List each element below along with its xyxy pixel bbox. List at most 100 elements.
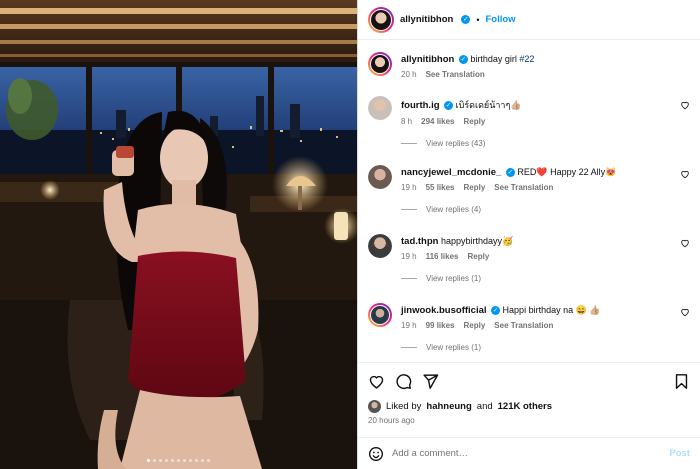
action-icons-row bbox=[358, 363, 700, 399]
view-replies-button[interactable]: View replies (4) bbox=[401, 205, 690, 214]
comment-time[interactable]: 19 h bbox=[401, 321, 417, 330]
liker-avatar[interactable] bbox=[368, 399, 381, 413]
commenter-avatar-image bbox=[368, 165, 392, 189]
caption-time[interactable]: 20 h bbox=[401, 70, 417, 79]
post-view: allynitibhon ✓ • Follow allynitibhon ✓ b… bbox=[0, 0, 700, 469]
commenter-username[interactable]: nancyjewel_mcdonie_ bbox=[401, 167, 501, 178]
comment-bubble-icon[interactable] bbox=[395, 373, 412, 390]
comment-item: jinwook.busofficial ✓ Happi birthday na … bbox=[368, 303, 690, 352]
author-username[interactable]: allynitibhon bbox=[400, 14, 453, 25]
reply-button[interactable]: Reply bbox=[464, 183, 486, 192]
commenter-avatar[interactable] bbox=[368, 234, 392, 258]
liker-username[interactable]: hahneung bbox=[426, 401, 471, 412]
commenter-avatar[interactable] bbox=[368, 165, 392, 189]
replies-divider bbox=[401, 278, 417, 279]
like-comment-heart-icon[interactable] bbox=[680, 238, 690, 248]
liked-by-line: Liked by hahneung and 121K others bbox=[358, 399, 700, 413]
verified-badge-icon: ✓ bbox=[458, 55, 468, 65]
caption-text: birthday girl bbox=[470, 54, 517, 64]
carousel-dot[interactable] bbox=[153, 459, 156, 462]
view-replies-label[interactable]: View replies (4) bbox=[426, 205, 481, 214]
commenter-avatar-image bbox=[371, 306, 389, 324]
carousel-dot[interactable] bbox=[177, 459, 180, 462]
like-comment-heart-icon[interactable] bbox=[680, 307, 690, 317]
like-heart-icon[interactable] bbox=[368, 373, 385, 390]
carousel-dot[interactable] bbox=[159, 459, 162, 462]
save-bookmark-icon[interactable] bbox=[673, 373, 690, 390]
carousel-dot[interactable] bbox=[207, 459, 210, 462]
liked-by-prefix: Liked by bbox=[386, 400, 422, 412]
carousel-dot[interactable] bbox=[201, 459, 204, 462]
likes-count-link[interactable]: 121K others bbox=[498, 401, 552, 412]
add-comment-bar: Post bbox=[358, 437, 700, 469]
commenter-username[interactable]: fourth.ig bbox=[401, 100, 440, 111]
post-photo[interactable] bbox=[0, 0, 357, 469]
carousel-indicator bbox=[0, 459, 357, 462]
post-caption: allynitibhon ✓ birthday girl #22 20 h Se… bbox=[368, 52, 690, 79]
see-translation-link[interactable]: See Translation bbox=[494, 321, 553, 330]
verified-badge-icon: ✓ bbox=[505, 168, 515, 178]
comment-text: Happi birthday na 😄 👍🏼 bbox=[502, 305, 601, 315]
comment-time[interactable]: 19 h bbox=[401, 183, 417, 192]
post-side-panel: allynitibhon ✓ • Follow allynitibhon ✓ b… bbox=[357, 0, 700, 469]
comment-likes[interactable]: 294 likes bbox=[421, 117, 454, 126]
comment-time[interactable]: 19 h bbox=[401, 252, 417, 261]
view-replies-button[interactable]: View replies (1) bbox=[401, 343, 690, 352]
view-replies-button[interactable]: View replies (1) bbox=[401, 274, 690, 283]
share-paper-plane-icon[interactable] bbox=[422, 373, 439, 390]
like-comment-heart-icon[interactable] bbox=[680, 169, 690, 179]
verified-badge-icon: ✓ bbox=[491, 306, 501, 316]
carousel-dot[interactable] bbox=[183, 459, 186, 462]
caption-author-avatar[interactable] bbox=[368, 52, 392, 76]
commenter-username[interactable]: jinwook.busofficial bbox=[401, 305, 487, 316]
comment-item: fourth.ig ✓ เบิร์ดเดย์น้าาๆ👍🏼 8 h 294 li… bbox=[368, 96, 690, 148]
commenter-avatar-image bbox=[368, 234, 392, 258]
emoji-smiley-icon[interactable] bbox=[368, 446, 384, 462]
like-comment-heart-icon[interactable] bbox=[680, 100, 690, 110]
separator: • bbox=[476, 14, 480, 25]
comment-likes[interactable]: 55 likes bbox=[426, 183, 455, 192]
follow-button[interactable]: Follow bbox=[485, 14, 515, 25]
comment-text: RED❤️ Happy 22 Ally😻 bbox=[517, 167, 617, 177]
commenter-avatar[interactable] bbox=[368, 303, 392, 327]
comment-item: tad.thpn happybirthdayy🥳 19 h 116 likes … bbox=[368, 234, 690, 283]
carousel-dot[interactable] bbox=[195, 459, 198, 462]
carousel-dot[interactable] bbox=[165, 459, 168, 462]
see-translation-link[interactable]: See Translation bbox=[494, 183, 553, 192]
reply-button[interactable]: Reply bbox=[464, 321, 486, 330]
comment-item: nancyjewel_mcdonie_ ✓ RED❤️ Happy 22 All… bbox=[368, 165, 690, 214]
post-actions: Liked by hahneung and 121K others 20 hou… bbox=[358, 362, 700, 425]
view-replies-label[interactable]: View replies (43) bbox=[426, 139, 485, 148]
replies-divider bbox=[401, 347, 417, 348]
post-comment-button[interactable]: Post bbox=[669, 448, 690, 459]
comment-text: เบิร์ดเดย์น้าาๆ👍🏼 bbox=[455, 100, 522, 110]
carousel-dot[interactable] bbox=[171, 459, 174, 462]
caption-username[interactable]: allynitibhon bbox=[401, 54, 454, 65]
commenter-avatar[interactable] bbox=[368, 96, 392, 120]
comment-input[interactable] bbox=[392, 448, 662, 459]
post-header: allynitibhon ✓ • Follow bbox=[358, 0, 700, 40]
comment-text: happybirthdayy🥳 bbox=[440, 236, 514, 246]
comment-time[interactable]: 8 h bbox=[401, 117, 412, 126]
verified-badge-icon: ✓ bbox=[461, 15, 471, 24]
see-translation-link[interactable]: See Translation bbox=[426, 70, 485, 79]
liked-by-and: and bbox=[476, 400, 493, 412]
post-timestamp[interactable]: 20 hours ago bbox=[358, 416, 700, 425]
view-replies-label[interactable]: View replies (1) bbox=[426, 343, 481, 352]
comment-likes[interactable]: 116 likes bbox=[426, 252, 459, 261]
replies-divider bbox=[401, 143, 417, 144]
commenter-username[interactable]: tad.thpn bbox=[401, 236, 438, 247]
reply-button[interactable]: Reply bbox=[468, 252, 490, 261]
caption-hashtag[interactable]: #22 bbox=[519, 54, 534, 64]
photo-illustration bbox=[0, 0, 357, 469]
comment-likes[interactable]: 99 likes bbox=[426, 321, 455, 330]
verified-badge-icon: ✓ bbox=[444, 101, 454, 111]
author-avatar[interactable] bbox=[368, 6, 394, 33]
replies-divider bbox=[401, 209, 417, 210]
carousel-dot[interactable] bbox=[189, 459, 192, 462]
carousel-dot[interactable] bbox=[147, 459, 150, 462]
view-replies-label[interactable]: View replies (1) bbox=[426, 274, 481, 283]
view-replies-button[interactable]: View replies (43) bbox=[401, 139, 690, 148]
reply-button[interactable]: Reply bbox=[464, 117, 486, 126]
commenter-avatar-image bbox=[368, 96, 392, 120]
